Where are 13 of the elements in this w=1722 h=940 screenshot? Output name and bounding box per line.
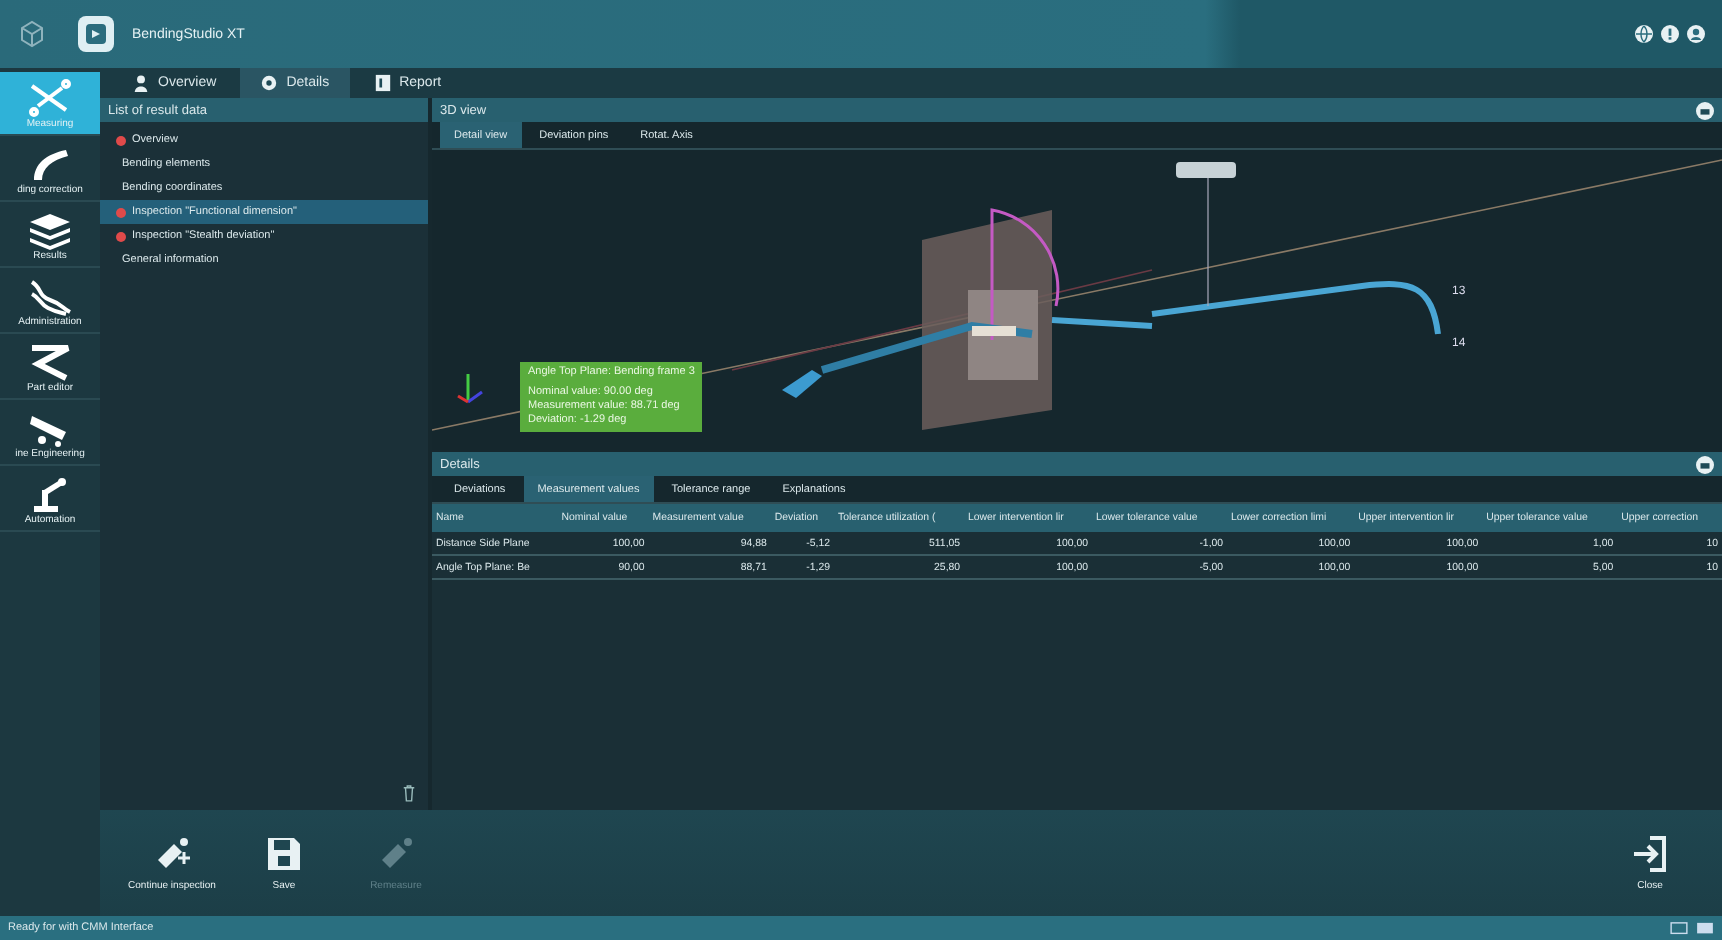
app-logo-icon xyxy=(76,14,116,54)
layers-icon xyxy=(26,210,74,250)
bent-part-icon xyxy=(26,342,74,382)
save-icon xyxy=(264,834,304,874)
exit-icon xyxy=(1630,834,1670,874)
globe-icon[interactable] xyxy=(1634,24,1654,44)
axes-icon xyxy=(456,370,484,406)
trash-icon[interactable] xyxy=(402,784,416,802)
wavy-lines-icon xyxy=(26,276,74,316)
user-icon[interactable] xyxy=(1686,24,1706,44)
document-icon xyxy=(373,74,392,92)
cube-icon xyxy=(16,18,48,50)
person-icon xyxy=(132,74,150,92)
